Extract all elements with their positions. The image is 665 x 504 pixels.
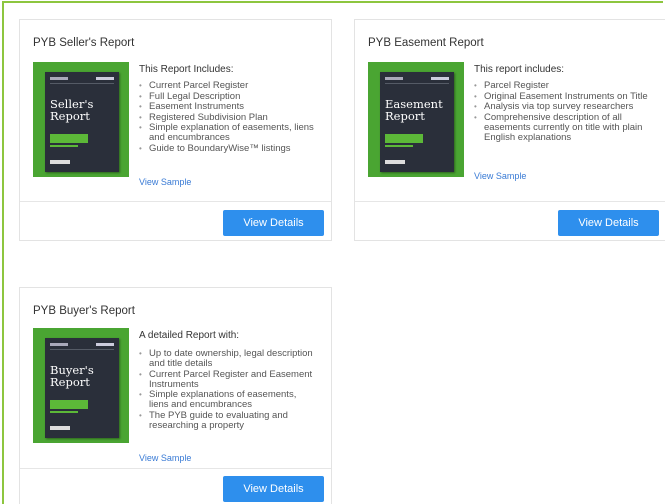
list-item: Full Legal Description [139,91,314,102]
list-item: Registered Subdivision Plan [139,112,314,123]
report-cover-image: Seller's Report [33,62,129,177]
list-item: Current Parcel Register and Easement Ins… [139,369,314,390]
card-title: PYB Easement Report [368,37,484,49]
card-divider [20,468,331,469]
card-title: PYB Buyer's Report [33,305,135,317]
feature-list: Current Parcel Register Full Legal Descr… [139,81,314,154]
list-item: Simple explanation of easements, liens a… [139,123,314,143]
feature-list: Parcel Register Original Easement Instru… [474,81,649,143]
report-intro: A detailed Report with: [139,330,240,341]
cover-title: Buyer's Report [50,363,94,389]
book-cover: Easement Report [380,72,454,172]
list-item: Analysis via top survey researchers [474,102,649,113]
view-details-button[interactable]: View Details [223,476,324,502]
list-item: Current Parcel Register [139,81,314,92]
buyer-report-card: PYB Buyer's Report Buyer's Report A detai… [19,287,332,504]
easement-report-card: PYB Easement Report Easement Report This … [354,19,665,241]
list-item: Easement Instruments [139,102,314,113]
view-details-button[interactable]: View Details [223,210,324,236]
book-cover: Buyer's Report [45,338,119,438]
list-item: Simple explanations of easements, liens … [139,390,314,410]
list-item: Guide to BoundaryWise™ listings [139,143,314,154]
list-item: Original Easement Instruments on Title [474,91,649,102]
card-title: PYB Seller's Report [33,37,135,49]
report-intro: This report includes: [474,64,565,75]
report-intro: This Report Includes: [139,64,234,75]
list-item: The PYB guide to evaluating and research… [139,410,314,431]
seller-report-card: PYB Seller's Report Seller's Report This … [19,19,332,241]
list-item: Comprehensive description of all easemen… [474,112,649,143]
feature-list: Up to date ownership, legal description … [139,349,314,431]
card-divider [355,201,665,202]
view-sample-link[interactable]: View Sample [139,177,191,187]
report-cover-image: Easement Report [368,62,464,177]
book-cover: Seller's Report [45,72,119,172]
cover-title: Seller's Report [50,97,94,123]
report-cover-image: Buyer's Report [33,328,129,443]
view-sample-link[interactable]: View Sample [139,453,191,463]
view-details-button[interactable]: View Details [558,210,659,236]
list-item: Parcel Register [474,81,649,92]
view-sample-link[interactable]: View Sample [474,171,526,181]
cover-title: Easement Report [385,97,443,123]
card-divider [20,201,331,202]
list-item: Up to date ownership, legal description … [139,349,314,369]
